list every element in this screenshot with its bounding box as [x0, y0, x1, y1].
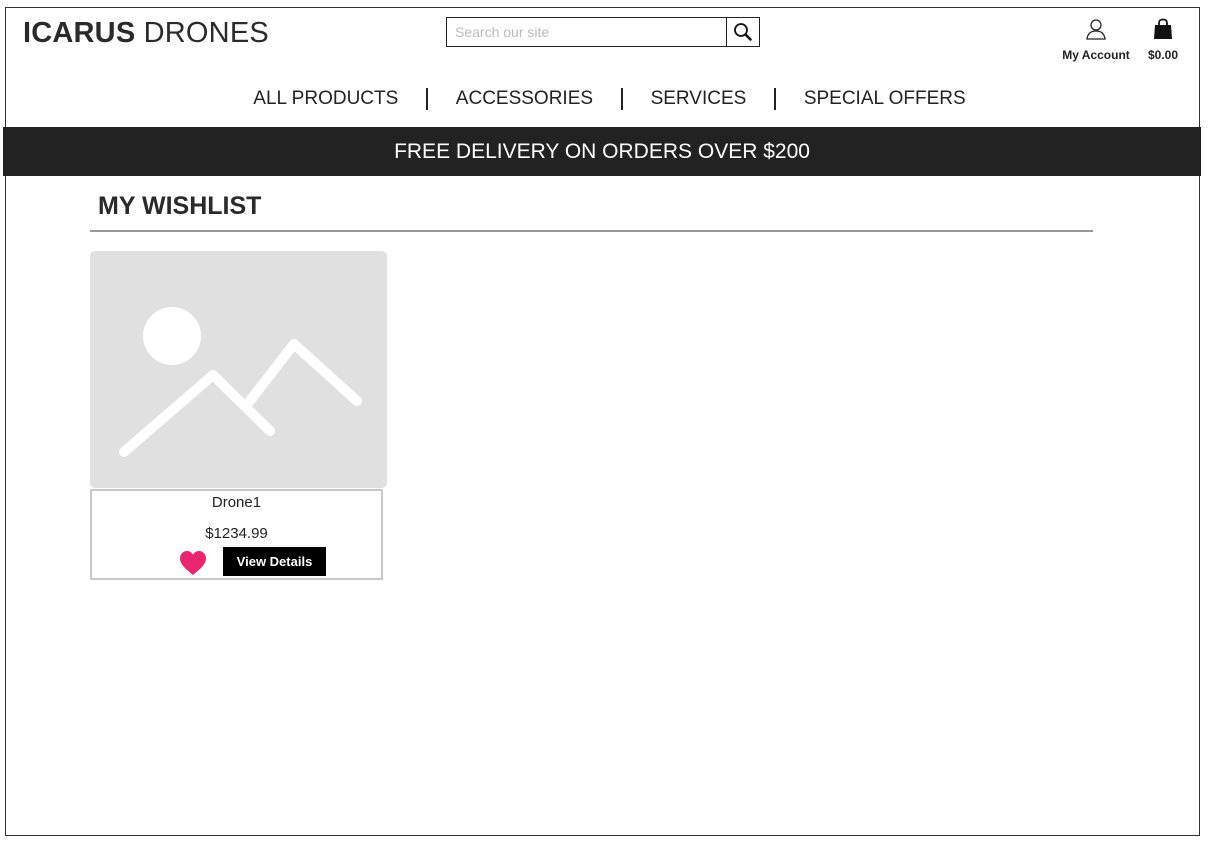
user-icon — [1086, 19, 1106, 40]
page-title: MY WISHLIST — [98, 192, 262, 220]
product-price: $1234.99 — [205, 525, 268, 542]
my-account-label: My Account — [1062, 48, 1130, 62]
nav-item-accessories[interactable]: ACCESSORIES — [428, 88, 621, 110]
cart-link[interactable]: $0.00 — [1142, 18, 1184, 62]
logo-light-text: DRONES — [143, 17, 269, 49]
image-placeholder-icon — [119, 307, 362, 457]
promo-banner-text: FREE DELIVERY ON ORDERS OVER $200 — [394, 139, 810, 163]
title-divider — [90, 230, 1093, 232]
product-card-info: Drone1 $1234.99 View Details — [90, 489, 383, 580]
main-nav: ALL PRODUCTS ACCESSORIES SERVICES SPECIA… — [0, 88, 1217, 110]
nav-item-special-offers[interactable]: SPECIAL OFFERS — [776, 88, 994, 110]
search-input[interactable] — [447, 18, 726, 46]
search-bar — [446, 17, 760, 47]
nav-item-all-products[interactable]: ALL PRODUCTS — [225, 88, 426, 110]
my-account-link[interactable]: My Account — [1058, 18, 1134, 62]
product-name[interactable]: Drone1 — [92, 494, 381, 511]
search-button[interactable] — [726, 18, 759, 46]
nav-item-services[interactable]: SERVICES — [623, 88, 775, 110]
promo-banner: FREE DELIVERY ON ORDERS OVER $200 — [3, 127, 1201, 176]
search-icon — [734, 23, 752, 41]
logo-bold-text: ICARUS — [23, 17, 136, 49]
site-logo[interactable]: ICARUS DRONES — [23, 17, 269, 50]
cart-total: $0.00 — [1147, 48, 1179, 62]
heart-icon[interactable] — [179, 550, 207, 576]
product-image-placeholder[interactable] — [90, 251, 387, 488]
shopping-bag-icon — [1154, 18, 1172, 39]
view-details-button[interactable]: View Details — [223, 547, 326, 576]
